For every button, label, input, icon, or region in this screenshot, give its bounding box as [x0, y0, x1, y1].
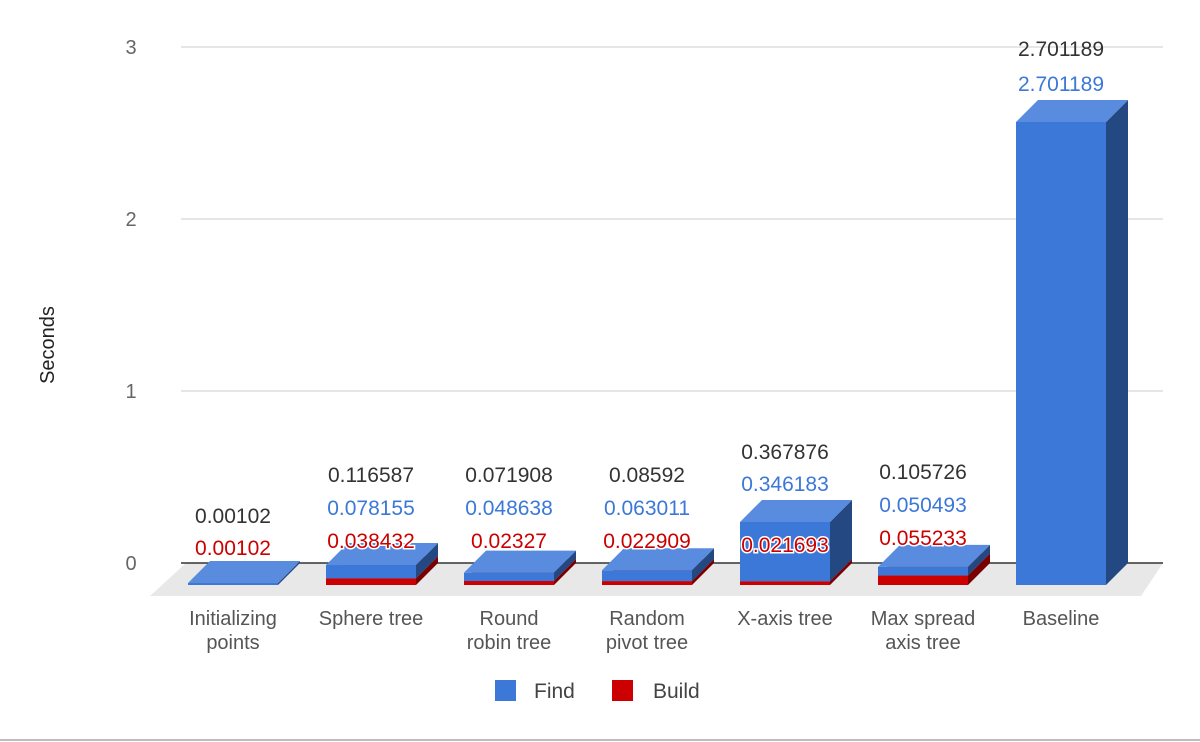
x-category-label: Baseline — [1023, 608, 1100, 630]
data-labels: 0.00102 0.00102 0.116587 0.078155 0.038432 0.… — [195, 38, 1104, 560]
total-label: 0.105726 — [879, 461, 967, 484]
build-label: 0.038432 — [327, 530, 415, 553]
x-category-label: pivot tree — [606, 632, 688, 654]
x-category-label: Round — [480, 608, 539, 630]
bar-front-face — [878, 575, 968, 585]
y-tick-label: 1 — [125, 381, 136, 403]
bar-front-face — [464, 581, 554, 585]
y-axis-ticks: 0 1 2 3 — [125, 37, 136, 575]
x-category-label: Sphere tree — [319, 608, 424, 630]
x-category-label: Random — [609, 608, 685, 630]
build-label: 0.02327 — [471, 530, 547, 553]
bar-front-face — [188, 583, 278, 585]
total-label: 2.701189 — [1018, 38, 1104, 61]
total-label: 0.116587 — [328, 464, 414, 487]
x-category-label: points — [206, 632, 259, 654]
x-category-label: Max spread — [871, 608, 976, 630]
x-axis-categories: Initializingpoints Sphere tree Roundrobin … — [189, 608, 1099, 654]
x-category-label: robin tree — [467, 632, 552, 654]
bar-front-face — [464, 572, 554, 582]
total-label: 0.367876 — [741, 441, 829, 464]
x-category-label: axis tree — [885, 632, 961, 654]
bar-find — [1016, 100, 1128, 585]
y-tick-label: 3 — [125, 37, 136, 59]
total-label: 0.00102 — [195, 505, 271, 528]
bottom-divider — [0, 739, 1200, 741]
total-label: 0.08592 — [609, 464, 685, 487]
bar-side-face — [1106, 100, 1128, 585]
bar-front-face — [602, 581, 692, 585]
find-label: 0.048638 — [465, 497, 553, 520]
bar-front-face — [326, 565, 416, 579]
x-category-label: Initializing — [189, 608, 277, 630]
find-label: 0.078155 — [327, 497, 415, 520]
stacked-bar-chart: 0 1 2 3 0.00102 0.00102 0.116587 0.078155 0.038… — [37, 37, 1163, 703]
x-category-label: X-axis tree — [737, 608, 833, 630]
legend[interactable]: Find Build — [495, 680, 700, 703]
build-label: 0.021693 — [741, 534, 829, 557]
find-label: 2.701189 — [1018, 73, 1104, 96]
bar-front-face — [1016, 122, 1106, 585]
build-label: 0.022909 — [603, 530, 691, 553]
y-axis-title: Seconds — [37, 306, 59, 384]
bar-front-face — [878, 566, 968, 576]
bar-front-face — [326, 578, 416, 585]
bar-front-face — [740, 581, 830, 585]
legend-label: Build — [653, 680, 700, 703]
bar-front-face — [602, 570, 692, 582]
legend-label: Find — [534, 680, 575, 703]
total-label: 0.071908 — [465, 464, 553, 487]
build-label: 0.055233 — [879, 527, 967, 550]
find-label: 0.346183 — [741, 473, 829, 496]
build-label: 0.00102 — [195, 537, 271, 560]
y-tick-label: 2 — [125, 209, 136, 231]
legend-swatch — [612, 680, 633, 701]
y-tick-label: 0 — [125, 553, 136, 575]
find-label: 0.050493 — [879, 494, 967, 517]
legend-item-build[interactable]: Build — [612, 680, 700, 703]
legend-swatch — [495, 680, 516, 701]
legend-item-find[interactable]: Find — [495, 680, 575, 703]
find-label: 0.063011 — [604, 497, 690, 520]
